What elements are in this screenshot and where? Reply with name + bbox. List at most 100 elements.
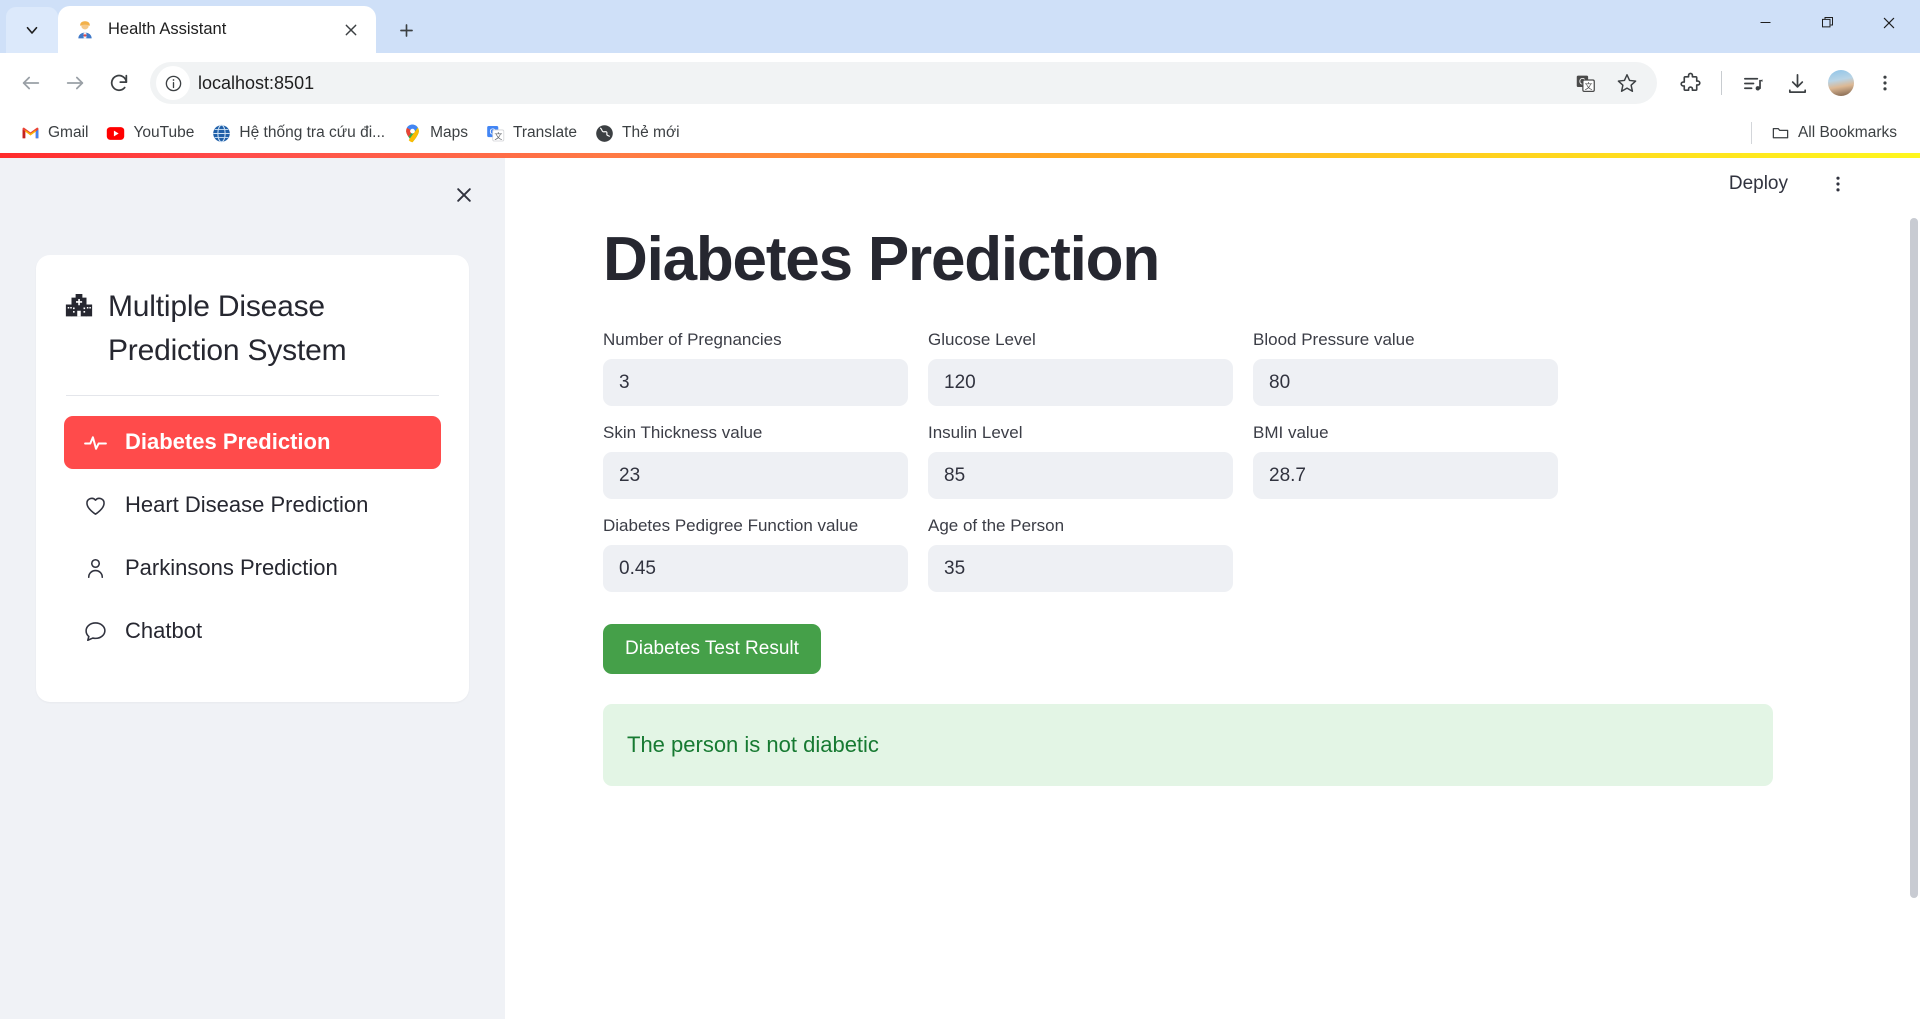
sidebar-item-parkinsons-prediction[interactable]: Parkinsons Prediction — [64, 542, 441, 595]
field-glucose-level: Glucose Level 120 — [928, 329, 1233, 407]
field-skin-thickness-value: Skin Thickness value 23 — [603, 422, 908, 500]
maximize-icon — [1821, 17, 1833, 28]
new-tab-button[interactable] — [386, 10, 426, 50]
input-skin-thickness-value[interactable]: 23 — [603, 452, 908, 500]
omnibox-actions: G 文 — [1567, 65, 1649, 101]
sidebar-item-heart-disease-prediction[interactable]: Heart Disease Prediction — [64, 479, 441, 532]
input-blood-pressure-value[interactable]: 80 — [1253, 359, 1558, 407]
site-info-button[interactable] — [156, 66, 190, 100]
tab-title: Health Assistant — [108, 20, 227, 38]
hospital-icon — [64, 291, 94, 335]
field-label: Blood Pressure value — [1253, 330, 1415, 349]
reload-button[interactable] — [98, 62, 140, 104]
prediction-result-banner: The person is not diabetic — [603, 704, 1773, 787]
form-row-2: Skin Thickness value 23 Insulin Level 85… — [603, 422, 1860, 500]
tab-search-button[interactable] — [6, 7, 58, 53]
bookmark-star-button[interactable] — [1609, 65, 1645, 101]
download-icon — [1788, 73, 1806, 93]
close-icon — [457, 188, 471, 202]
svg-text:文: 文 — [1584, 81, 1592, 91]
bookmarks-divider — [1750, 122, 1752, 144]
input-glucose-level[interactable]: 120 — [928, 359, 1233, 407]
input-number-of-pregnancies[interactable]: 3 — [603, 359, 908, 407]
address-bar[interactable]: localhost:8501 G 文 — [150, 62, 1657, 104]
bookmark-the-moi[interactable]: Thẻ mới — [586, 119, 689, 148]
sidebar-item-label: Parkinsons Prediction — [125, 555, 338, 580]
bookmark-gmail[interactable]: Gmail — [12, 119, 97, 148]
browser-window: Health Assistant localhost:8501 文 Gmail … — [0, 0, 1920, 1019]
bookmark-label: Translate — [512, 124, 578, 141]
diabetes-test-result-button[interactable]: Diabetes Test Result — [603, 624, 821, 675]
field-placeholder-empty — [1253, 515, 1558, 592]
maximize-button[interactable] — [1796, 0, 1858, 45]
sidebar-close-button[interactable] — [445, 176, 483, 214]
health-worker-icon — [78, 20, 92, 38]
app-menu-button[interactable] — [1820, 166, 1856, 202]
reload-icon — [110, 74, 128, 92]
arrow-left-icon — [22, 76, 40, 90]
globe-dark-icon — [595, 124, 614, 143]
sidebar-card: Multiple Disease Prediction System Diabe… — [36, 255, 469, 702]
bookmark-label: Hệ thống tra cứu đi... — [239, 124, 386, 141]
toolbar-divider — [1721, 71, 1722, 95]
google-translate-icon: G文 — [486, 124, 505, 143]
field-bmi-value: BMI value 28.7 — [1253, 422, 1558, 500]
bookmark-label: Thẻ mới — [622, 124, 680, 141]
maps-pin-icon — [403, 124, 422, 143]
page-title: Diabetes Prediction — [603, 225, 1160, 294]
tab-close-button[interactable] — [338, 17, 364, 43]
deploy-button[interactable]: Deploy — [1719, 168, 1798, 200]
app-header-actions: Deploy — [603, 158, 1860, 210]
kebab-menu-icon — [1883, 75, 1887, 91]
kebab-menu-icon — [1836, 176, 1840, 192]
profile-button[interactable] — [1820, 62, 1862, 104]
field-label: Glucose Level — [928, 330, 1036, 349]
activity-pulse-icon — [82, 429, 109, 456]
star-icon — [1617, 74, 1637, 92]
input-bmi-value[interactable]: 28.7 — [1253, 452, 1558, 500]
field-label: BMI value — [1253, 423, 1329, 443]
top-gradient-bar — [0, 153, 1920, 158]
url-text[interactable]: localhost:8501 — [198, 73, 1567, 94]
forward-button[interactable] — [54, 62, 96, 104]
downloads-button[interactable] — [1776, 62, 1818, 104]
folder-icon — [1771, 124, 1790, 143]
minimize-icon — [1760, 22, 1770, 23]
person-icon — [82, 555, 109, 582]
input-insulin-level[interactable]: 85 — [928, 452, 1233, 500]
browser-tab[interactable]: Health Assistant — [58, 6, 376, 53]
sidebar-item-label: Chatbot — [125, 618, 203, 643]
window-controls — [1734, 0, 1920, 45]
bookmark-he-thong-tra-cuu[interactable]: Hệ thống tra cứu đi... — [203, 119, 394, 148]
input-age-of-the-person[interactable]: 35 — [928, 545, 1233, 593]
page-scrollbar[interactable] — [1910, 218, 1918, 898]
field-label: Skin Thickness value — [603, 423, 763, 443]
field-age-of-the-person: Age of the Person 35 — [928, 515, 1233, 593]
chevron-down-icon — [26, 26, 38, 34]
translate-button[interactable]: G 文 — [1567, 65, 1603, 101]
close-icon — [345, 24, 357, 35]
all-bookmarks-button[interactable]: All Bookmarks — [1762, 119, 1906, 148]
field-insulin-level: Insulin Level 85 — [928, 422, 1233, 500]
tab-strip: Health Assistant — [0, 0, 1920, 53]
heart-icon — [82, 492, 109, 519]
sidebar-item-label: Heart Disease Prediction — [125, 492, 369, 517]
info-circle-icon — [165, 75, 181, 91]
back-button[interactable] — [10, 62, 52, 104]
close-window-button[interactable] — [1858, 0, 1920, 45]
input-diabetes-pedigree-function-value[interactable]: 0.45 — [603, 545, 908, 593]
bookmark-youtube[interactable]: YouTube — [97, 119, 203, 148]
gmail-icon — [21, 124, 40, 143]
puzzle-icon — [1679, 72, 1701, 91]
media-control-button[interactable] — [1732, 62, 1774, 104]
browser-menu-button[interactable] — [1864, 62, 1906, 104]
bookmark-translate[interactable]: G文 Translate — [477, 119, 586, 148]
translate-icon: G 文 — [1576, 75, 1595, 92]
bookmark-maps[interactable]: Maps — [394, 119, 477, 148]
extensions-button[interactable] — [1669, 62, 1711, 104]
sidebar-item-diabetes-prediction[interactable]: Diabetes Prediction — [64, 415, 441, 469]
streamlit-app: Multiple Disease Prediction System Diabe… — [0, 153, 1920, 1019]
minimize-button[interactable] — [1734, 0, 1796, 45]
svg-text:文: 文 — [494, 130, 502, 140]
sidebar-item-chatbot[interactable]: Chatbot — [64, 605, 441, 658]
